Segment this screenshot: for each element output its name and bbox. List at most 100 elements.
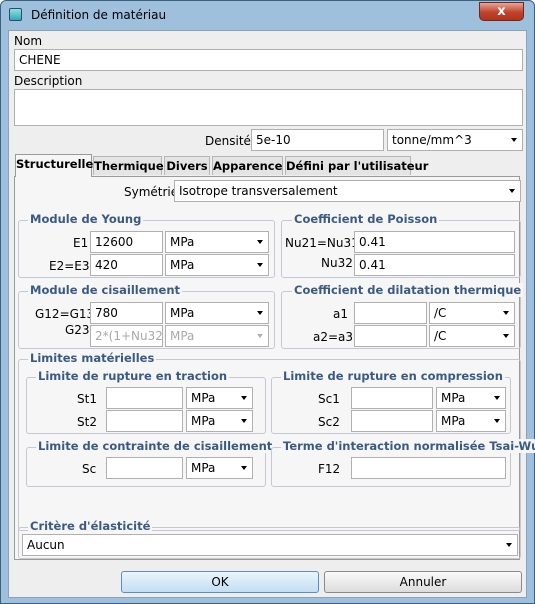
st2-unit-value: MPa [191, 414, 216, 428]
material-definition-dialog: Définition de matériau x Nom CHENE Descr… [0, 0, 535, 604]
tensile-limit-title: Limite de rupture en traction [36, 369, 230, 383]
g23-label: G23 [65, 323, 90, 337]
ok-button[interactable]: OK [121, 571, 319, 593]
title-bar[interactable]: Définition de matériau x [1, 1, 534, 29]
nu21-nu31-input[interactable]: 0.41 [354, 231, 515, 253]
tab-apparence[interactable]: Apparence [212, 156, 283, 175]
sc1-unit-select[interactable]: MPa [436, 387, 506, 409]
chevron-down-icon [509, 189, 515, 193]
symmetry-select[interactable]: Isotrope transversalement [174, 180, 521, 202]
f12-input[interactable] [351, 457, 506, 479]
st2-label: St2 [77, 415, 97, 429]
chevron-down-icon [257, 311, 263, 315]
chevron-down-icon [494, 396, 500, 400]
chevron-down-icon [503, 311, 509, 315]
g12-g13-unit-value: MPa [170, 306, 195, 320]
a2-a3-label: a2=a3 [313, 330, 354, 344]
a2-a3-input[interactable] [354, 325, 427, 347]
density-input[interactable]: 5e-10 [251, 129, 384, 151]
a1-label: a1 [333, 307, 348, 321]
f12-label: F12 [318, 462, 341, 476]
a1-unit-select[interactable]: /C [429, 302, 515, 324]
symmetry-label: Symétrie [124, 185, 179, 199]
e1-unit-value: MPa [170, 235, 195, 249]
g12-g13-unit-select[interactable]: MPa [165, 302, 269, 324]
thermal-expansion-title: Coefficient de dilatation thermique [292, 283, 524, 297]
yield-criterion-select[interactable]: Aucun [22, 534, 518, 556]
structural-tab-panel: Symétrie Isotrope transversalement Modul… [14, 176, 535, 560]
window-app-icon [9, 8, 22, 21]
sc1-input[interactable] [351, 387, 433, 409]
density-unit-select[interactable]: tonne/mm^3 [387, 129, 523, 151]
chevron-down-icon [257, 334, 263, 338]
g23-unit-select: MPa [165, 325, 269, 347]
name-label: Nom [14, 34, 43, 48]
name-input[interactable]: CHENE [14, 49, 523, 71]
close-icon: x [497, 4, 506, 19]
nu32-input[interactable]: 0.41 [354, 254, 515, 276]
chevron-down-icon [257, 263, 263, 267]
description-label: Description [14, 74, 83, 88]
dialog-content: Nom CHENE Description Densité 5e-10 tonn… [8, 30, 535, 598]
a1-unit-value: /C [434, 306, 447, 320]
g23-input: 2*(1+Nu32)] [90, 325, 163, 347]
st2-unit-select[interactable]: MPa [186, 410, 253, 432]
st1-unit-value: MPa [191, 391, 216, 405]
e2-e3-unit-value: MPa [170, 258, 195, 272]
e2-e3-unit-select[interactable]: MPa [165, 254, 269, 276]
sc-unit-value: MPa [191, 461, 216, 475]
yield-criterion-value: Aucun [27, 538, 65, 552]
sc1-label: Sc1 [318, 392, 340, 406]
sc-label: Sc [82, 462, 97, 476]
tab-defini-utilisateur[interactable]: Défini par l'utilisateur [285, 156, 428, 175]
sc2-input[interactable] [351, 410, 433, 432]
young-modulus-title: Module de Young [28, 212, 144, 226]
tab-thermique[interactable]: Thermique [93, 156, 164, 175]
e2-e3-label: E2=E3 [49, 259, 90, 273]
chevron-down-icon [503, 334, 509, 338]
tsai-wu-title: Terme d'interaction normalisée Tsai-Wu [281, 439, 535, 453]
a2-a3-unit-select[interactable]: /C [429, 325, 515, 347]
chevron-down-icon [257, 240, 263, 244]
nu21-nu31-label: Nu21=Nu31 [285, 236, 359, 250]
e1-unit-select[interactable]: MPa [165, 231, 269, 253]
chevron-down-icon [511, 138, 517, 142]
e1-label: E1 [73, 236, 89, 250]
g23-unit-value: MPa [170, 329, 195, 343]
sc1-unit-value: MPa [441, 391, 466, 405]
window-title: Définition de matériau [31, 8, 167, 22]
sc2-label: Sc2 [318, 415, 340, 429]
nu32-label: Nu32 [321, 256, 353, 270]
a2-a3-unit-value: /C [434, 329, 447, 343]
g12-g13-input[interactable]: 780 [90, 302, 163, 324]
poisson-coefficient-title: Coefficient de Poisson [292, 212, 440, 226]
chevron-down-icon [494, 419, 500, 423]
chevron-down-icon [241, 419, 247, 423]
a1-input[interactable] [354, 302, 427, 324]
sc-input[interactable] [106, 457, 183, 479]
st1-label: St1 [77, 392, 97, 406]
e2-e3-input[interactable]: 420 [90, 254, 163, 276]
tab-divers[interactable]: Divers [164, 156, 210, 175]
close-button[interactable]: x [479, 2, 524, 21]
e1-input[interactable]: 12600 [90, 231, 163, 253]
st1-input[interactable] [106, 387, 183, 409]
st2-input[interactable] [106, 410, 183, 432]
density-unit-value: tonne/mm^3 [392, 133, 472, 147]
tab-structurelle[interactable]: Structurelle [15, 154, 93, 177]
chevron-down-icon [241, 396, 247, 400]
sc2-unit-select[interactable]: MPa [436, 410, 506, 432]
compressive-limit-title: Limite de rupture en compression [281, 369, 505, 383]
symmetry-value: Isotrope transversalement [179, 184, 338, 198]
sc-unit-select[interactable]: MPa [186, 457, 253, 479]
description-input[interactable] [14, 89, 523, 126]
density-label: Densité [205, 134, 251, 148]
yield-criterion-title: Critère d'élasticité [28, 519, 153, 533]
material-limits-title: Limites matérielles [28, 351, 157, 365]
st1-unit-select[interactable]: MPa [186, 387, 253, 409]
g12-g13-label: G12=G13 [35, 307, 95, 321]
chevron-down-icon [241, 466, 247, 470]
shear-limit-title: Limite de contrainte de cisaillement [36, 439, 275, 453]
cancel-button[interactable]: Annuler [324, 571, 522, 593]
shear-modulus-title: Module de cisaillement [28, 283, 182, 297]
